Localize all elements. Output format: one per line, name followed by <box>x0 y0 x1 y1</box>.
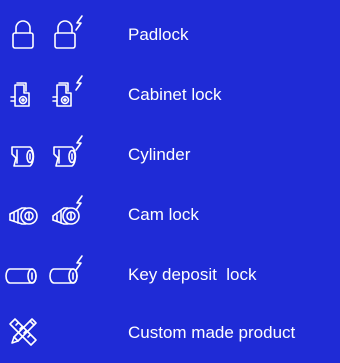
key-deposit-lock-icon <box>6 250 40 300</box>
padlock-icon <box>6 10 40 60</box>
list-item-label: Key deposit lock <box>128 265 257 284</box>
smart-key-deposit-lock-icon <box>52 250 86 300</box>
list-item-label: Cylinder <box>128 145 191 164</box>
list-item-label: Cam lock <box>128 205 199 224</box>
list-item-custom-made-product[interactable]: Custom made product <box>0 308 340 358</box>
list-item-key-deposit-lock[interactable]: Key deposit lock <box>0 250 340 300</box>
list-item-padlock[interactable]: Padlock <box>0 10 340 60</box>
list-item-label: Custom made product <box>128 323 296 342</box>
list-item-cylinder[interactable]: Cylinder <box>0 130 340 180</box>
smart-padlock-icon <box>52 10 86 60</box>
cam-lock-icon <box>6 190 40 240</box>
list-item-label: Padlock <box>128 25 189 44</box>
cabinet-lock-icon <box>6 70 40 120</box>
smart-cam-lock-icon <box>52 190 86 240</box>
smart-cabinet-lock-icon <box>52 70 86 120</box>
ruler-pencil-icon <box>6 308 40 358</box>
cylinder-icon <box>6 130 40 180</box>
list-item-cabinet-lock[interactable]: Cabinet lock <box>0 70 340 120</box>
smart-cylinder-icon <box>52 130 86 180</box>
list-item-label: Cabinet lock <box>128 85 222 104</box>
lock-type-list: Padlock Cabinet lock Cylinder Cam lock K… <box>0 0 340 363</box>
list-item-cam-lock[interactable]: Cam lock <box>0 190 340 240</box>
